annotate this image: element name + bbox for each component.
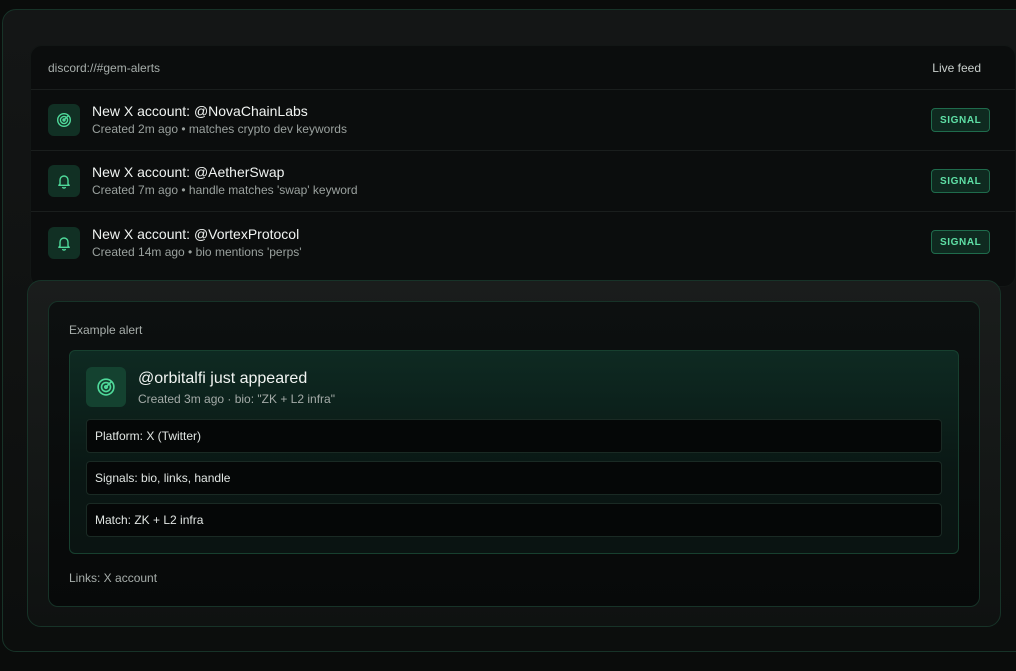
signal-badge: SIGNAL (931, 230, 991, 254)
radar-icon (48, 104, 80, 136)
signal-badge: SIGNAL (931, 169, 991, 193)
feed-item-title: New X account: @AetherSwap (92, 164, 285, 180)
feed-item[interactable]: New X account: @NovaChainLabs Created 2m… (31, 90, 1015, 151)
alert-title: @orbitalfi just appeared (138, 370, 308, 387)
bell-icon (48, 165, 80, 197)
feed-item[interactable]: New X account: @AetherSwap Created 7m ag… (31, 151, 1015, 212)
feed-item-title: New X account: @VortexProtocol (92, 225, 300, 242)
feed-item[interactable]: New X account: @VortexProtocol Created 1… (31, 212, 1015, 273)
bell-icon (48, 226, 80, 259)
feed-header: discord://#gem-alerts Live feed (31, 46, 1015, 90)
alert-subtitle: Created 3m ago · bio: "ZK + L2 infra" (138, 392, 335, 406)
example-alert[interactable]: @orbitalfi just appeared Created 3m ago … (69, 350, 959, 554)
example-section: Example alert @orbitalfi just appeared C… (27, 280, 1001, 627)
live-feed-label: Live feed (932, 60, 981, 75)
platform-field: Platform: X (Twitter) (86, 419, 942, 453)
feed-item-subtitle: Created 2m ago • matches crypto dev keyw… (92, 122, 347, 136)
alert-feed: discord://#gem-alerts Live feed New X ac… (30, 45, 1016, 287)
feed-item-title: New X account: @NovaChainLabs (92, 103, 308, 119)
links-text[interactable]: Links: X account (69, 571, 157, 585)
signals-field: Signals: bio, links, handle (86, 461, 942, 495)
match-field: Match: ZK + L2 infra (86, 503, 942, 537)
channel-name: discord://#gem-alerts (48, 60, 161, 75)
example-card: Example alert @orbitalfi just appeared C… (48, 301, 980, 607)
feed-item-subtitle: Created 7m ago • handle matches 'swap' k… (92, 183, 358, 197)
feed-item-subtitle: Created 14m ago • bio mentions 'perps' (92, 244, 302, 259)
signal-badge: SIGNAL (931, 108, 991, 132)
radar-icon (86, 367, 126, 407)
example-label: Example alert (69, 323, 143, 337)
